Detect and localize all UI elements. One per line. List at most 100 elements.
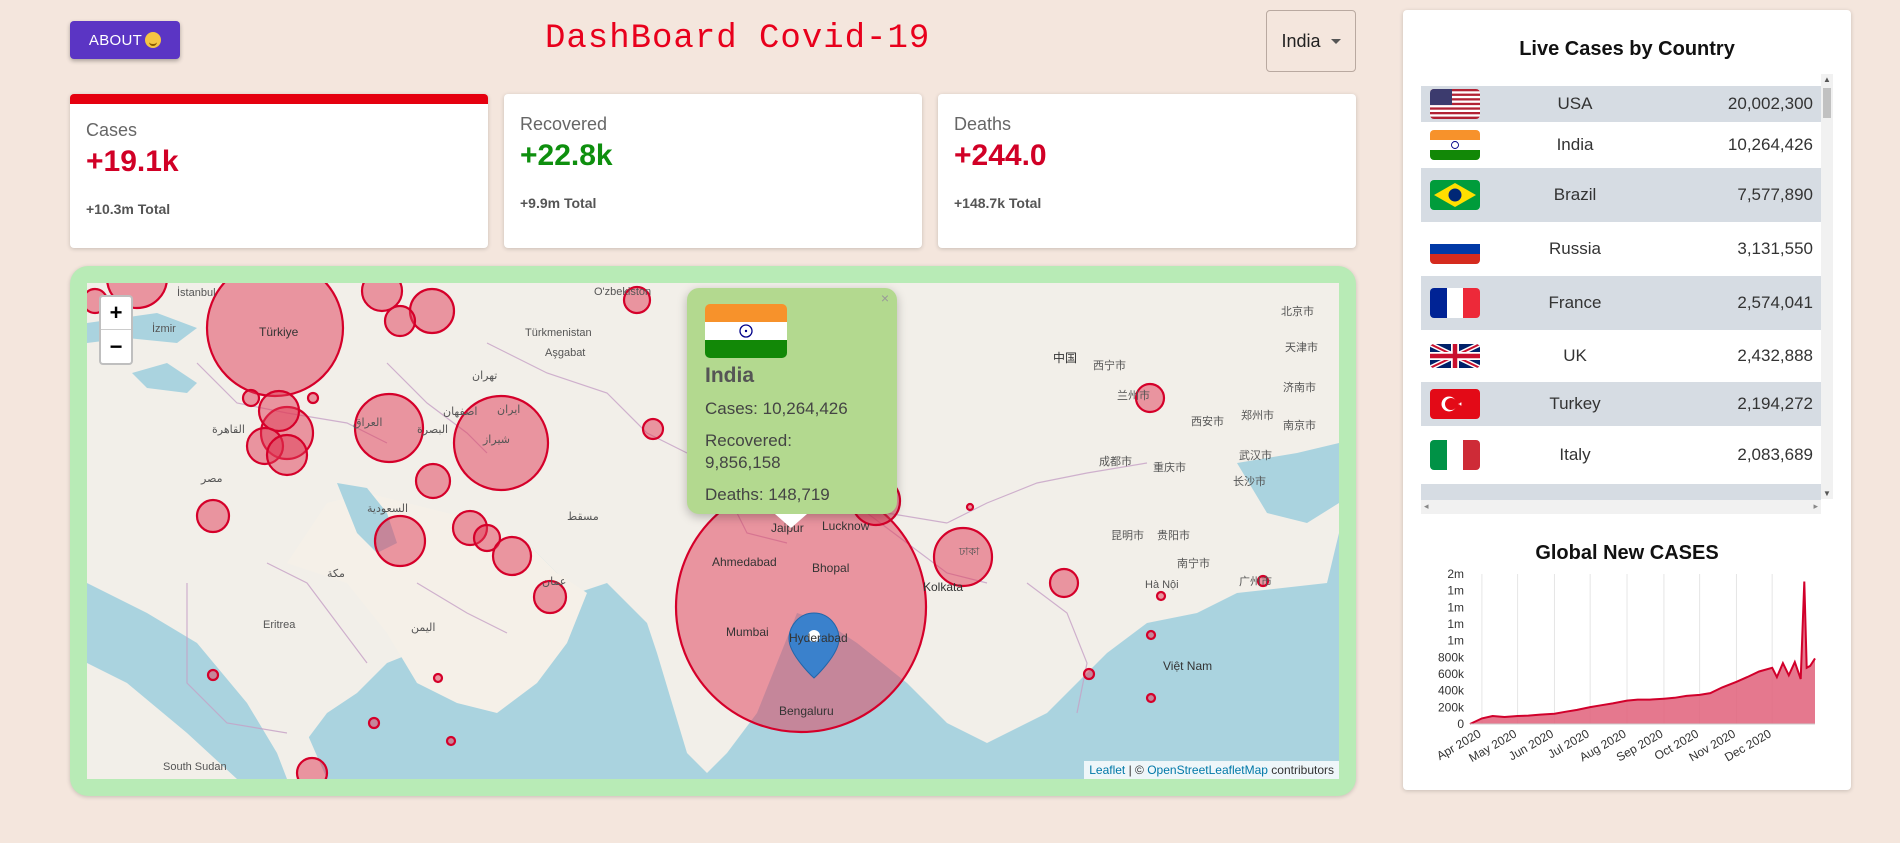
- map-label: 南宁市: [1177, 558, 1210, 570]
- country-name: UK: [1563, 346, 1587, 365]
- map-label: 西安市: [1191, 416, 1224, 428]
- table-row[interactable]: UK 2,432,888: [1421, 330, 1821, 382]
- country-cases: 2,194,272: [1737, 394, 1813, 413]
- india-flag-icon: [1430, 130, 1480, 160]
- y-tick-label: 400k: [1438, 684, 1465, 698]
- map-label: O'zbekiston: [594, 286, 652, 298]
- about-label: ABOUT: [88, 31, 143, 49]
- map-label: Bengaluru: [779, 704, 834, 718]
- country-cases: 2,083,689: [1737, 445, 1813, 464]
- y-tick-label: 1m: [1447, 584, 1464, 598]
- country-name: India: [1556, 135, 1594, 154]
- about-button[interactable]: ABOUT: [70, 21, 180, 59]
- map-label: البصرة: [417, 424, 449, 436]
- country-cases: 7,577,890: [1737, 185, 1813, 204]
- page-title: DashBoard Covid-19: [545, 20, 931, 58]
- country-cases: 2,574,041: [1737, 293, 1813, 312]
- map-label: Aşgabat: [545, 347, 586, 359]
- map-label: ایران: [497, 404, 521, 416]
- y-tick-label: 1m: [1447, 617, 1464, 631]
- recovered-total: +9.9m Total: [520, 195, 597, 211]
- live-cases-table[interactable]: USA 20,002,300 India 10,264,426 Brazil 7…: [1421, 74, 1833, 514]
- y-tick-label: 1m: [1447, 600, 1464, 614]
- zoom-out-button[interactable]: −: [101, 330, 131, 363]
- deaths-value: +244.0: [954, 139, 1047, 172]
- brazil-flag-icon: [1430, 180, 1480, 210]
- map-label: Hyderabad: [789, 631, 848, 645]
- map-attribution: Leaflet | © OpenStreetLeafletMap contrib…: [1084, 761, 1339, 779]
- deaths-label: Deaths: [954, 114, 1012, 134]
- map-label: Việt Nam: [1163, 659, 1213, 673]
- country-select[interactable]: India: [1266, 10, 1356, 72]
- map-label: 北京市: [1281, 306, 1314, 318]
- table-row[interactable]: Brazil 7,577,890: [1421, 168, 1821, 222]
- country-popup: × India Cases: 10,264,426 Recovered: 9,85…: [687, 288, 897, 528]
- scroll-right-icon[interactable]: ▸: [1813, 501, 1818, 512]
- emoji-icon: [145, 32, 162, 48]
- map-label: 天津市: [1285, 342, 1318, 354]
- table-row[interactable]: France 2,574,041: [1421, 276, 1821, 330]
- map-label: 西宁市: [1093, 360, 1126, 372]
- y-tick-label: 1m: [1447, 634, 1464, 648]
- recovered-label: Recovered: [520, 114, 608, 134]
- map-label: 兰州市: [1117, 390, 1150, 402]
- world-map[interactable]: İstanbul İzmir Türkiye O'zbekiston Türkm…: [87, 283, 1339, 779]
- map-label: 广州市: [1239, 576, 1272, 588]
- map-label: اصفهان: [443, 406, 478, 418]
- table-row[interactable]: Russia 3,131,550: [1421, 222, 1821, 276]
- popup-deaths: Deaths: 148,719: [705, 485, 830, 504]
- cases-card[interactable]: Cases +19.1k +10.3m Total: [70, 94, 488, 248]
- map-label: 郑州市: [1241, 410, 1274, 422]
- table-row[interactable]: Italy 2,083,689: [1421, 426, 1821, 484]
- country-name: Russia: [1549, 239, 1601, 258]
- osm-link[interactable]: OpenStreetLeafletMap: [1147, 763, 1268, 777]
- cases-total: +10.3m Total: [86, 201, 171, 217]
- y-tick-label: 2m: [1447, 567, 1464, 581]
- map-label: Türkmenistan: [525, 327, 592, 339]
- map-label: Eritrea: [263, 619, 296, 631]
- map-label: مكة: [327, 568, 345, 580]
- country-name: Italy: [1559, 445, 1591, 464]
- usa-flag-icon: [1430, 89, 1480, 119]
- attribution-contributors: contributors: [1267, 763, 1334, 777]
- country-cases: 2,432,888: [1737, 346, 1813, 365]
- country-name: Brazil: [1553, 185, 1597, 204]
- map-label: 重庆市: [1153, 462, 1186, 474]
- india-flag-icon: [705, 304, 787, 358]
- map-label: 南京市: [1283, 420, 1316, 432]
- y-tick-label: 800k: [1438, 650, 1465, 664]
- deaths-card[interactable]: Deaths +244.0 +148.7k Total: [938, 94, 1356, 248]
- map-label: Bhopal: [812, 561, 850, 575]
- y-tick-label: 0: [1457, 717, 1464, 731]
- map-label: مصر: [201, 473, 223, 485]
- leaflet-link[interactable]: Leaflet: [1089, 763, 1125, 777]
- cases-value: +19.1k: [86, 145, 179, 178]
- global-new-cases-chart: 0200k400k600k800k1m1m1m1m2mApr 2020May 2…: [1434, 567, 1816, 765]
- chart-area: [1470, 581, 1815, 724]
- map-label: 长沙市: [1233, 476, 1266, 488]
- vertical-scrollbar[interactable]: ▲ ▼: [1821, 74, 1833, 499]
- scrollbar-thumb[interactable]: [1823, 88, 1831, 118]
- table-row[interactable]: [1421, 484, 1821, 500]
- map-label: Ahmedabad: [712, 555, 777, 569]
- table-row[interactable]: USA 20,002,300: [1421, 86, 1821, 122]
- map-label: South Sudan: [163, 761, 227, 773]
- popup-close-button[interactable]: ×: [881, 290, 889, 306]
- popup-country-name: India: [705, 364, 755, 387]
- map-label: İzmir: [152, 323, 176, 335]
- recovered-card[interactable]: Recovered +22.8k +9.9m Total: [504, 94, 922, 248]
- scroll-down-icon[interactable]: ▼: [1823, 489, 1831, 498]
- country-select-value: India: [1281, 30, 1321, 51]
- right-panel: Live Cases by Country USA 20,002,300 Ind…: [1403, 10, 1851, 790]
- scroll-up-icon[interactable]: ▲: [1823, 75, 1831, 84]
- table-row[interactable]: India 10,264,426: [1421, 122, 1821, 168]
- scroll-left-icon[interactable]: ◂: [1424, 501, 1429, 512]
- horizontal-scrollbar[interactable]: ◂ ▸: [1421, 500, 1821, 514]
- map-label: القاهرة: [212, 424, 245, 436]
- table-row[interactable]: Turkey 2,194,272: [1421, 382, 1821, 426]
- zoom-in-button[interactable]: +: [101, 297, 131, 330]
- y-tick-label: 600k: [1438, 667, 1465, 681]
- deaths-total: +148.7k Total: [954, 195, 1042, 211]
- country-name: USA: [1557, 94, 1593, 113]
- turkey-flag-icon: [1430, 389, 1480, 419]
